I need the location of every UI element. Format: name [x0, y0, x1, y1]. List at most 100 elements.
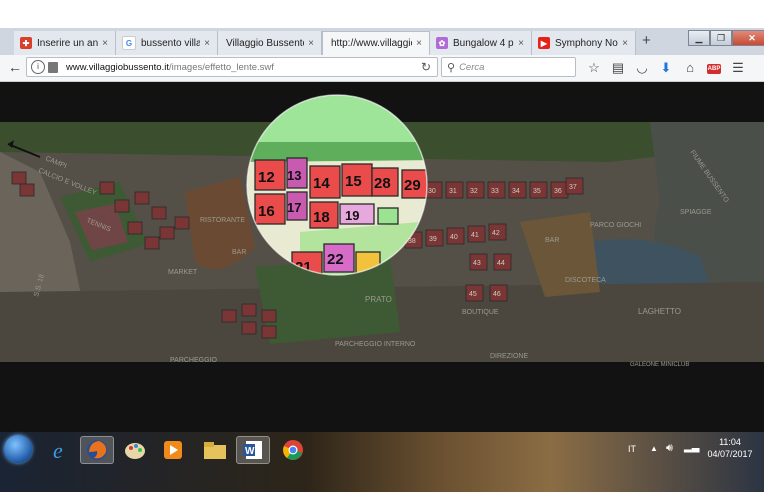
ie-icon[interactable]: e: [44, 436, 78, 464]
lens-number: 15: [345, 173, 362, 190]
label-boutique: BOUTIQUE: [462, 309, 499, 316]
close-icon[interactable]: ×: [98, 38, 112, 49]
clock[interactable]: 11:04 04/07/2017: [702, 436, 758, 460]
block-number: 44: [497, 260, 505, 267]
tab-title: Inserire un annunc: [37, 37, 98, 49]
clock-date: 04/07/2017: [707, 449, 753, 459]
firefox-icon[interactable]: [80, 436, 114, 464]
adblock-icon[interactable]: ABP: [702, 58, 726, 78]
block-number: 35: [533, 188, 541, 195]
volume-icon[interactable]: 🔊︎: [666, 442, 673, 455]
search-icon: ⚲: [447, 61, 456, 74]
block-number: 43: [473, 260, 481, 267]
tab-title: bussento villaggio: [141, 37, 200, 49]
clock-time: 11:04: [719, 437, 741, 447]
label-bar: BAR: [232, 249, 246, 256]
label-parcheggio-interno: PARCHEGGIO INTERNO: [335, 341, 416, 348]
pinwheel-favicon-icon: ✿: [436, 37, 448, 49]
tab-bussento-search[interactable]: G bussento villaggio ×: [116, 31, 218, 55]
block-number: 45: [469, 291, 477, 298]
lens-number: 14: [313, 175, 330, 192]
label-bar2: BAR: [545, 237, 559, 244]
tray-arrow-icon[interactable]: ▲: [650, 444, 658, 453]
page-icon: [48, 61, 58, 73]
svg-text:e: e: [53, 439, 63, 461]
block-number: 41: [471, 232, 479, 239]
paint-icon[interactable]: [118, 436, 152, 464]
block-number: 39: [429, 236, 437, 243]
reading-list-icon[interactable]: ▤: [606, 58, 630, 78]
village-map[interactable]: 30 31 32 33 34 35 36 37 38 39 40 41 42 4…: [0, 82, 764, 432]
reload-icon[interactable]: ↻: [421, 60, 431, 74]
new-tab-button[interactable]: +: [642, 32, 651, 49]
top-gap: [0, 0, 764, 28]
block-number: 40: [450, 234, 458, 241]
block-number: 46: [493, 291, 501, 298]
label-ristorante: RISTORANTE: [200, 217, 245, 224]
lens-number: 28: [374, 175, 391, 192]
home-icon[interactable]: ⌂: [678, 58, 702, 78]
lens-number: 17: [287, 200, 301, 215]
label-parco: PARCO GIOCHI: [590, 222, 641, 229]
block-number: 34: [512, 188, 520, 195]
maximize-button[interactable]: ❐: [710, 30, 732, 46]
svg-text:W: W: [245, 446, 255, 457]
url-host: www.villaggiobussento.it: [66, 61, 169, 73]
close-icon[interactable]: ×: [618, 38, 632, 49]
flag-favicon-icon: ✚: [20, 37, 32, 49]
label-market: MARKET: [168, 269, 198, 276]
search-placeholder: Cerca: [459, 61, 485, 73]
window-controls: ▁ ❐ ✕: [688, 30, 764, 46]
minimize-button[interactable]: ▁: [688, 30, 710, 46]
close-icon[interactable]: ×: [200, 38, 214, 49]
pocket-icon[interactable]: ◡: [630, 58, 654, 78]
close-icon[interactable]: ×: [514, 38, 528, 49]
label-direzione: DIREZIONE: [490, 353, 528, 360]
nav-bar: ← i www.villaggiobussento.it/images/effe…: [0, 55, 764, 82]
lens-number: 13: [287, 168, 301, 183]
language-indicator[interactable]: IT: [628, 444, 636, 454]
taskbar: e W IT ▲ 🔊︎ ▂▃ 11:04 04/07/2017: [0, 432, 764, 492]
media-player-icon[interactable]: [156, 436, 190, 464]
close-icon[interactable]: ×: [412, 38, 426, 49]
label-spiaggia: SPIAGGE: [680, 209, 712, 216]
lens-number: 29: [404, 177, 421, 194]
back-button[interactable]: ←: [6, 58, 24, 76]
search-input[interactable]: ⚲ Cerca: [441, 57, 576, 77]
tab-title: Villaggio Bussento: [226, 37, 304, 49]
network-icon[interactable]: ▂▃: [684, 442, 699, 453]
label-laghetto: LAGHETTO: [638, 307, 681, 316]
start-orb-icon[interactable]: [4, 435, 32, 463]
tab-villaggio[interactable]: Villaggio Bussento ×: [218, 31, 322, 55]
url-bar[interactable]: i www.villaggiobussento.it/images/effett…: [26, 57, 438, 77]
tab-title: Bungalow 4 pax v: [453, 37, 514, 49]
block-number: 32: [470, 188, 478, 195]
toolbar: ☆ ▤ ◡ ⬇ ⌂ ABP ☰: [582, 58, 750, 78]
youtube-favicon-icon: ▶: [538, 37, 550, 49]
google-favicon-icon: G: [122, 36, 136, 50]
tab-bungalow[interactable]: ✿ Bungalow 4 pax v ×: [430, 31, 532, 55]
lens-number: 22: [327, 251, 344, 268]
close-icon[interactable]: ×: [304, 38, 318, 49]
tab-inserire[interactable]: ✚ Inserire un annunc ×: [14, 31, 116, 55]
bookmark-star-icon[interactable]: ☆: [582, 58, 606, 78]
tab-active[interactable]: http://www.villaggiob ×: [322, 31, 430, 55]
close-window-button[interactable]: ✕: [732, 30, 764, 46]
label-galeone: GALEONE MINICLUB: [630, 362, 689, 368]
lens-number: 12: [258, 169, 275, 186]
menu-icon[interactable]: ☰: [726, 58, 750, 78]
tab-symphony[interactable]: ▶ Symphony No. 9 ×: [532, 31, 636, 55]
label-parcheggio: PARCHEGGIO: [170, 357, 217, 364]
lens-number: 16: [258, 203, 275, 220]
lens-number: 19: [345, 208, 359, 223]
download-icon[interactable]: ⬇: [654, 58, 678, 78]
block-number: 31: [449, 188, 457, 195]
word-icon[interactable]: W: [236, 436, 270, 464]
block-number: 37: [569, 184, 577, 191]
chrome-icon[interactable]: [276, 436, 310, 464]
info-icon[interactable]: i: [31, 60, 45, 74]
flash-content[interactable]: 30 31 32 33 34 35 36 37 38 39 40 41 42 4…: [0, 82, 764, 432]
tab-title: Symphony No. 9: [555, 37, 618, 49]
explorer-icon[interactable]: [198, 436, 232, 464]
lens-number: 18: [313, 209, 330, 226]
